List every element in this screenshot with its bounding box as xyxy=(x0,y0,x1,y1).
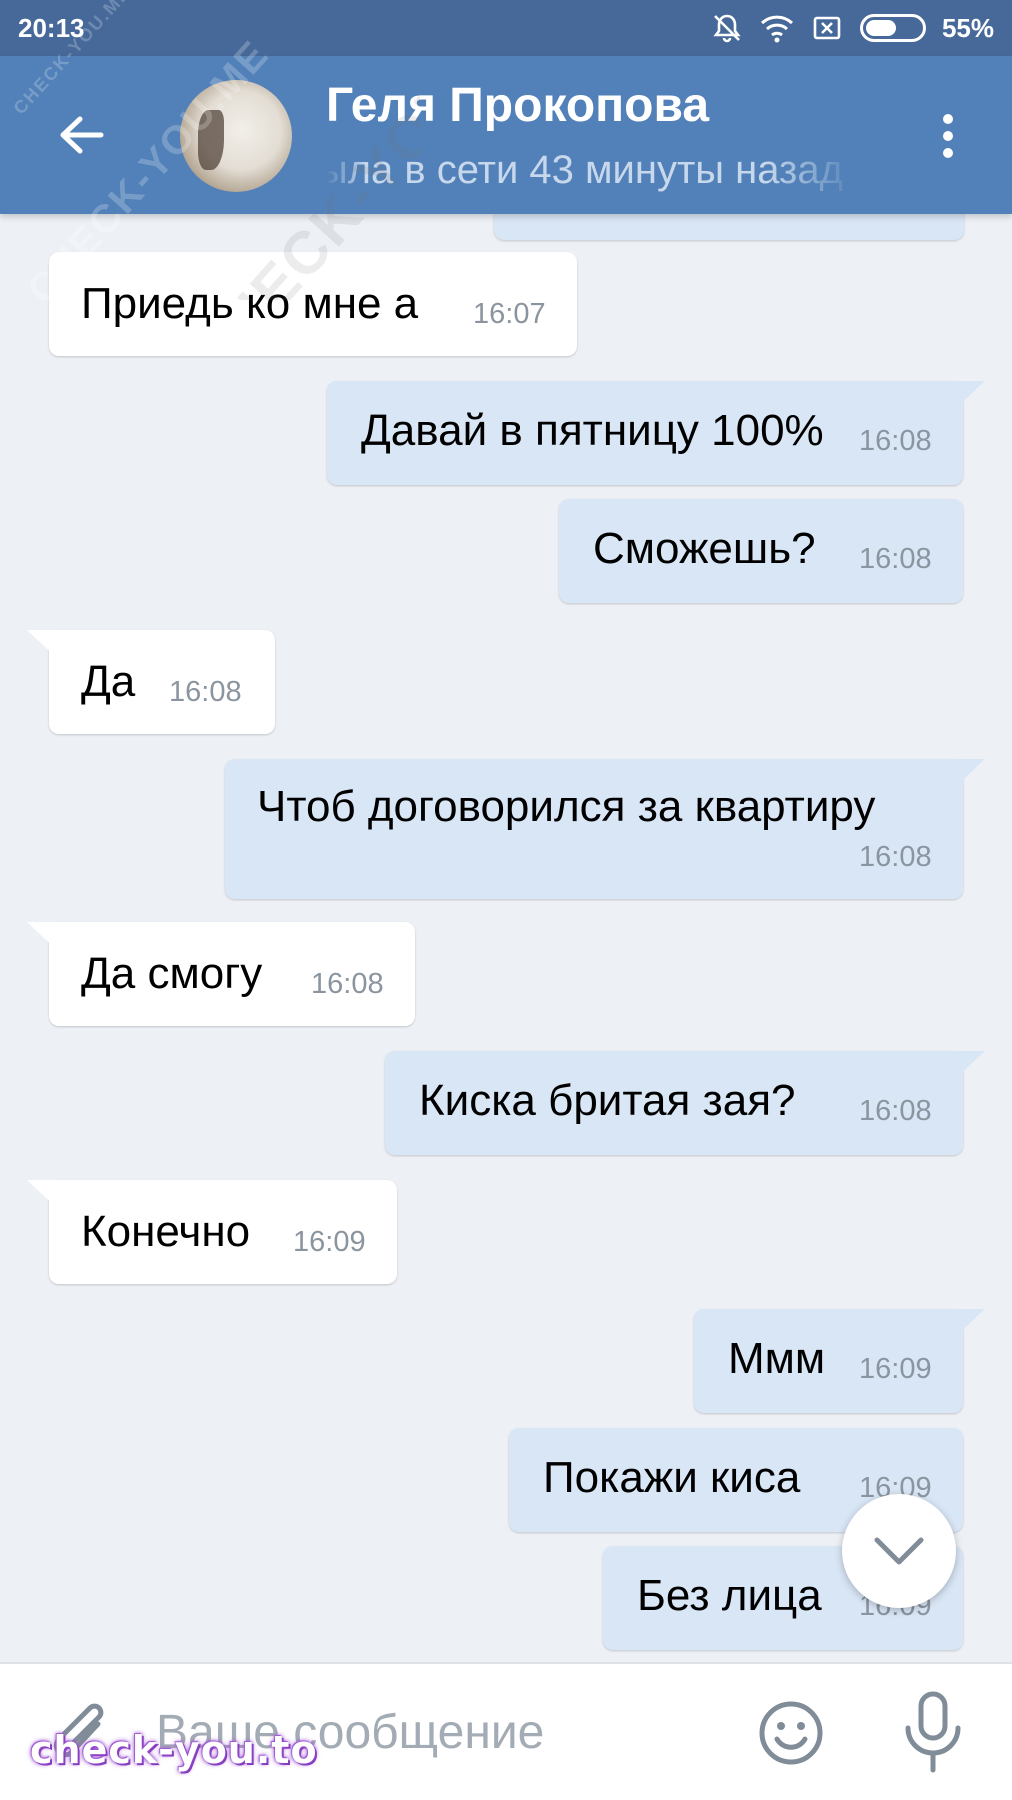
message-bubble-outgoing[interactable]: Киска бритая зая? 16:08 xyxy=(385,1051,985,1155)
battery-percent: 55% xyxy=(941,12,994,43)
contact-status: была в сети 43 минуты назад xyxy=(326,148,843,192)
message-text: Киска бритая зая? xyxy=(419,1076,796,1125)
no-sim-icon xyxy=(810,11,844,45)
status-icons: 55% xyxy=(710,11,994,45)
voice-message-button[interactable] xyxy=(898,1690,968,1774)
message-text: Да xyxy=(81,657,136,706)
emoji-icon xyxy=(759,1701,823,1765)
scroll-down-button[interactable] xyxy=(842,1494,956,1608)
message-time: 16:08 xyxy=(859,425,932,457)
message-bubble-partial[interactable] xyxy=(494,214,964,240)
message-text: Конечно xyxy=(81,1207,251,1256)
avatar[interactable] xyxy=(180,80,292,192)
message-text: Без лица xyxy=(637,1571,822,1620)
more-vertical-icon[interactable] xyxy=(930,108,966,164)
microphone-icon xyxy=(905,1691,961,1773)
message-bubble-incoming[interactable]: Приедь ко мне а 16:07 xyxy=(49,252,577,356)
message-time: 16:09 xyxy=(859,1353,932,1385)
message-time: 16:08 xyxy=(311,968,384,1000)
message-bubble-outgoing[interactable]: Ммм 16:09 xyxy=(694,1309,985,1413)
wifi-icon xyxy=(760,11,794,45)
message-text: Чтоб договорился за квартиру xyxy=(257,782,876,831)
battery-icon xyxy=(859,14,926,42)
message-list[interactable]: Приедь ко мне а 16:07 Давай в пятницу 10… xyxy=(0,214,1012,1662)
message-time: 16:08 xyxy=(169,676,242,708)
status-bar: 20:13 55% xyxy=(0,0,1012,56)
message-text: Ммм xyxy=(728,1334,826,1383)
emoji-button[interactable] xyxy=(756,1698,826,1768)
back-button[interactable] xyxy=(48,102,114,168)
message-time: 16:09 xyxy=(293,1226,366,1258)
chat-header: Геля Прокопова была в сети 43 минуты наз… xyxy=(0,56,1012,214)
back-arrow-icon xyxy=(60,116,104,154)
message-bubble-incoming[interactable]: Да смогу 16:08 xyxy=(27,922,415,1026)
message-text: Да смогу xyxy=(81,949,263,998)
status-time: 20:13 xyxy=(18,12,85,43)
message-time: 16:07 xyxy=(473,298,546,330)
message-bubble-incoming[interactable]: Да 16:08 xyxy=(27,630,275,734)
message-bubble-outgoing[interactable]: Чтоб договорился за квартиру 16:08 xyxy=(225,759,985,899)
contact-name[interactable]: Геля Прокопова xyxy=(326,78,709,133)
message-time: 16:08 xyxy=(859,1095,932,1127)
message-bubble-outgoing[interactable]: Сможешь? 16:08 xyxy=(559,499,963,603)
chevron-down-icon xyxy=(874,1537,924,1565)
message-time: 16:08 xyxy=(859,543,932,575)
message-time: 16:08 xyxy=(859,841,932,873)
message-bubble-incoming[interactable]: Конечно 16:09 xyxy=(27,1180,397,1284)
mute-icon xyxy=(710,11,744,45)
message-bubble-outgoing[interactable]: Давай в пятницу 100% 16:08 xyxy=(327,381,985,485)
site-watermark: check-you.to xyxy=(30,1728,318,1772)
message-text: Сможешь? xyxy=(593,524,816,573)
message-text: Покажи киса xyxy=(543,1453,801,1502)
message-text: Приедь ко мне а xyxy=(81,279,419,328)
message-text: Давай в пятницу 100% xyxy=(361,406,824,455)
